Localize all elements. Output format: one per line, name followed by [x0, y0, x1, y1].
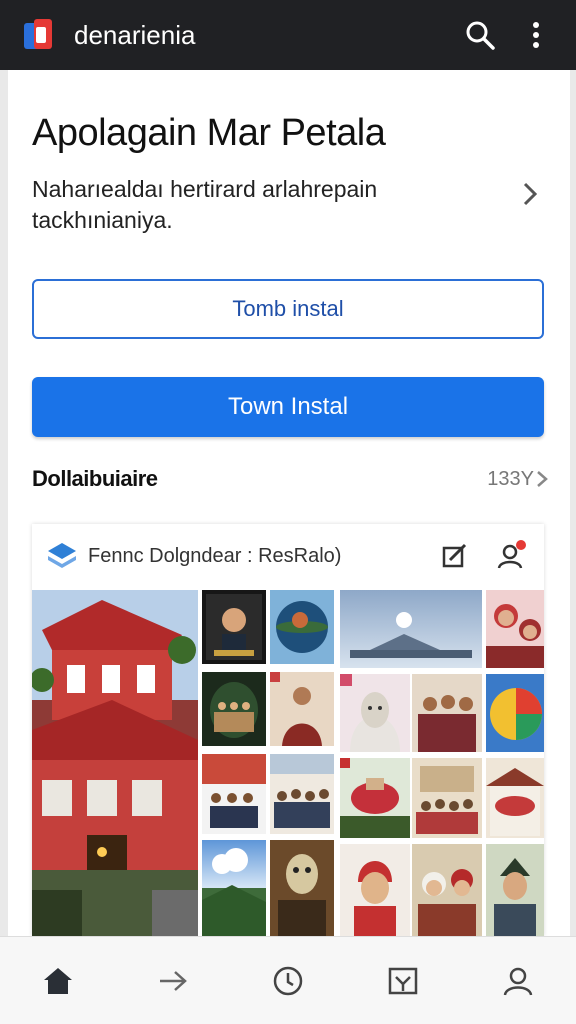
notification-dot: [516, 540, 526, 550]
gallery-title: Fennc Dolgndear : ResRalo): [88, 544, 342, 567]
section-title: Dollaibuiaire: [32, 466, 158, 491]
profile-icon[interactable]: [488, 951, 548, 1011]
section-header[interactable]: Dollaibuiaire 133Y: [32, 466, 548, 492]
gallery-image[interactable]: [340, 590, 482, 668]
gallery-panel: Fennc Dolgndear : ResRalo): [32, 524, 544, 936]
gallery-image[interactable]: [270, 840, 334, 936]
gallery-image[interactable]: [340, 844, 410, 936]
forward-icon[interactable]: [143, 951, 203, 1011]
app-bar: denarienia: [0, 0, 576, 70]
description-row[interactable]: Naharıealdaı hertirard arlahrepain tackh…: [32, 174, 552, 236]
gallery-image[interactable]: [340, 674, 410, 752]
gallery-image[interactable]: [486, 844, 544, 936]
gallery-image[interactable]: [32, 590, 198, 936]
gallery-image[interactable]: [340, 758, 410, 838]
section-count-value: 133Y: [487, 467, 534, 490]
gallery-image[interactable]: [486, 758, 544, 838]
page-title: Apolagain Mar Petala: [32, 112, 386, 154]
inbox-icon[interactable]: [373, 951, 433, 1011]
gallery-image[interactable]: [202, 672, 266, 746]
chevron-right-icon[interactable]: [512, 176, 548, 212]
gallery-image[interactable]: [270, 672, 334, 746]
gallery-image[interactable]: [412, 758, 482, 838]
photo-grid: [32, 590, 544, 936]
gallery-image[interactable]: [202, 754, 266, 834]
edit-icon[interactable]: [434, 536, 474, 576]
user-notification-icon[interactable]: [490, 536, 530, 576]
home-icon[interactable]: [28, 951, 88, 1011]
app-title: denarienia: [74, 19, 196, 50]
gallery-image[interactable]: [412, 674, 482, 752]
gallery-image[interactable]: [202, 590, 266, 664]
gallery-image[interactable]: [486, 674, 544, 752]
bottom-navigation: [0, 936, 576, 1024]
gallery-header: Fennc Dolgndear : ResRalo): [32, 524, 544, 588]
gallery-image[interactable]: [270, 590, 334, 664]
install-button[interactable]: Town Instal: [32, 377, 544, 437]
chevron-right-icon: [537, 471, 548, 487]
section-count[interactable]: 133Y: [487, 468, 548, 491]
more-vert-icon[interactable]: [514, 13, 558, 57]
gallery-image[interactable]: [202, 840, 266, 936]
history-icon[interactable]: [258, 951, 318, 1011]
search-icon[interactable]: [458, 13, 502, 57]
detail-card: Apolagain Mar Petala Naharıealdaı hertir…: [8, 70, 570, 1004]
layers-icon: [48, 543, 76, 568]
gallery-image[interactable]: [412, 844, 482, 936]
app-logo-icon: [22, 17, 58, 53]
gallery-image[interactable]: [486, 590, 544, 668]
gallery-image[interactable]: [270, 754, 334, 834]
secondary-install-button[interactable]: Tomb instal: [32, 279, 544, 339]
description-text: Naharıealdaı hertirard arlahrepain tackh…: [32, 176, 378, 233]
